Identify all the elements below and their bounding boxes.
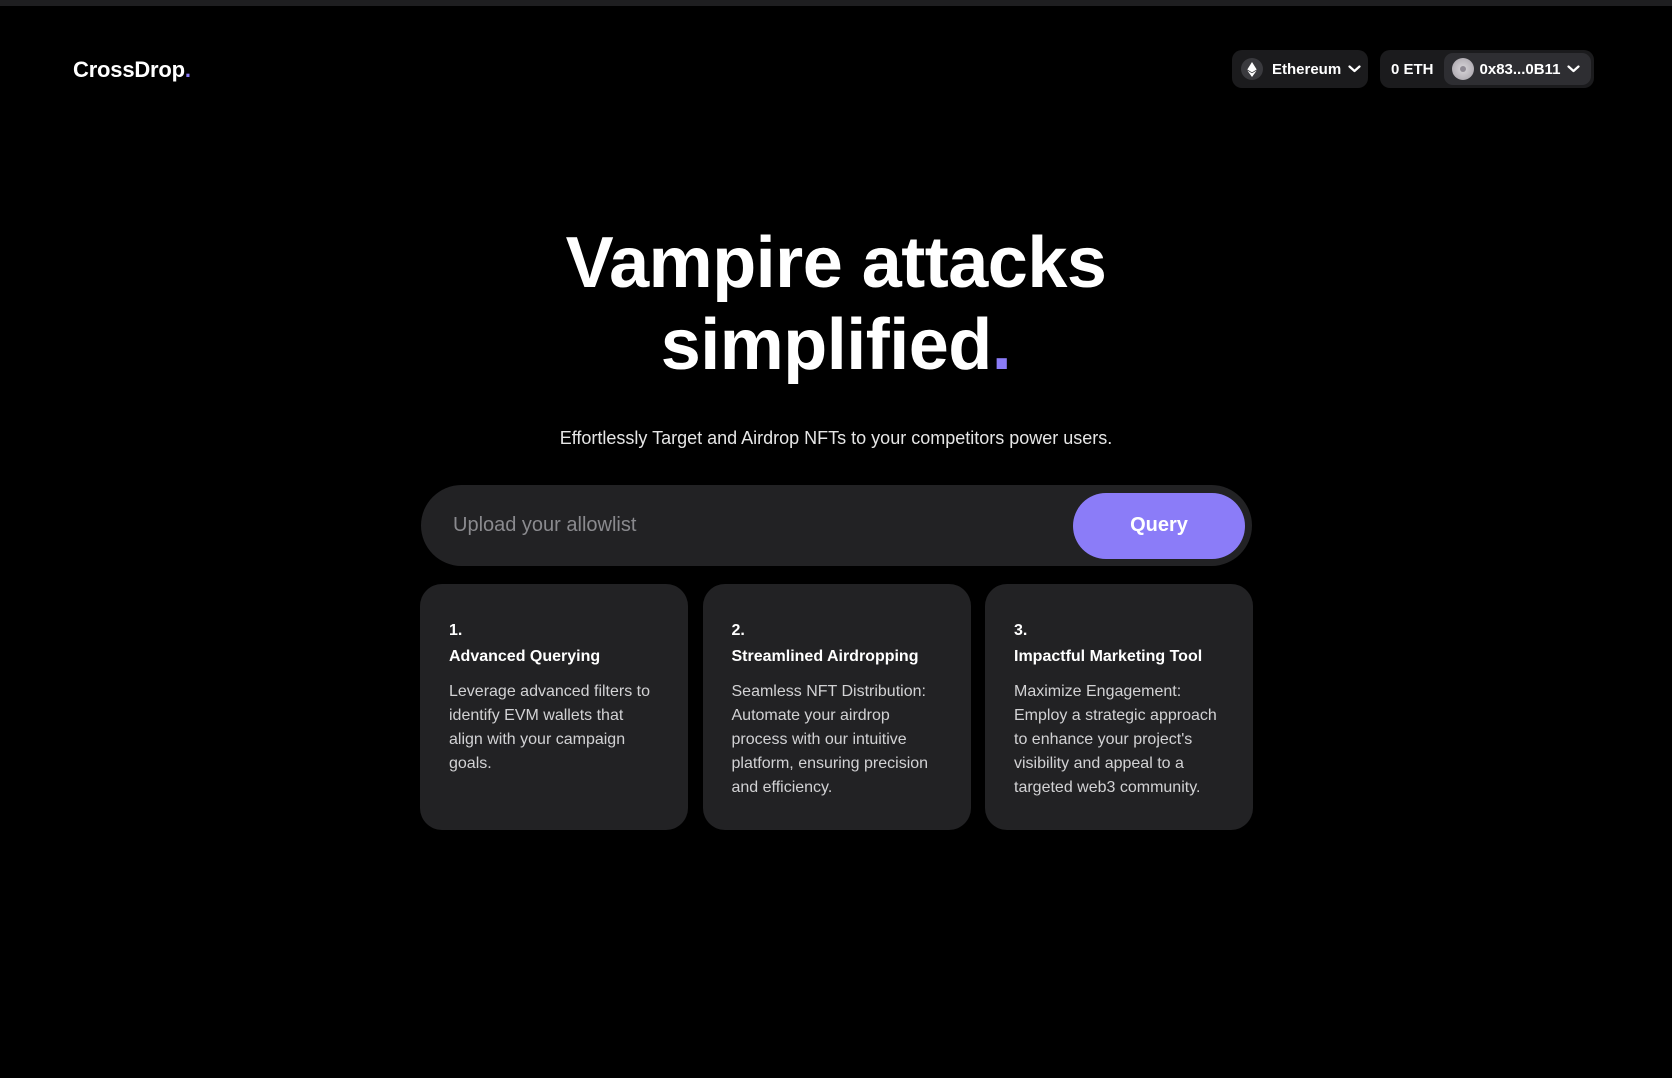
feature-card-title: Streamlined Airdropping [731,648,919,665]
hero-subtitle: Effortlessly Target and Airdrop NFTs to … [559,428,1113,448]
feature-card-number: 3. [1014,622,1028,639]
feature-card-title: Advanced Querying [449,648,601,665]
chevron-down-icon [1348,65,1361,73]
query-button[interactable]: Query [1073,492,1245,559]
allowlist-upload-input[interactable] [453,514,1073,537]
logo-text: CrossDrop [73,57,185,82]
query-bar: Query [421,485,1252,566]
account-button[interactable]: 0x83...0B11 [1443,53,1591,85]
feature-card: 1. Advanced Querying Leverage advanced f… [420,584,688,830]
network-selector[interactable]: Ethereum [1232,50,1368,88]
wallet-widget: 0 ETH 0x83...0B11 [1380,50,1594,88]
hero-title: Vampire attacks simplified. [0,222,1672,386]
feature-card-text: Seamless NFT Distribution: Automate your… [731,683,929,796]
chevron-down-icon [1567,65,1581,73]
network-label: Ethereum [1272,60,1342,78]
feature-card: 2. Streamlined Airdropping Seamless NFT … [702,584,971,830]
feature-card: 3. Impactful Marketing Tool Maximize Eng… [985,584,1253,830]
hero-title-line2: simplified [660,305,993,385]
avatar [1451,58,1474,80]
logo[interactable]: CrossDrop. [73,57,191,83]
feature-cards: 1. Advanced Querying Leverage advanced f… [420,584,1253,830]
feature-card-title: Impactful Marketing Tool [1014,648,1203,665]
ethereum-icon [1241,58,1263,80]
hero-title-dot: . [991,305,1012,385]
wallet-balance: 0 ETH [1391,60,1434,78]
feature-card-number: 2. [731,622,745,639]
feature-card-number: 1. [449,622,463,639]
wallet-address: 0x83...0B11 [1479,60,1561,78]
feature-card-text: Leverage advanced filters to identify EV… [449,683,651,772]
feature-card-text: Maximize Engagement: Employ a strategic … [1014,683,1217,796]
top-navigation: CrossDrop. Ethereum 0 ETH 0x83...0B11 [0,6,1672,132]
logo-dot: . [184,57,191,82]
hero-title-line1: Vampire attacks [565,223,1107,303]
